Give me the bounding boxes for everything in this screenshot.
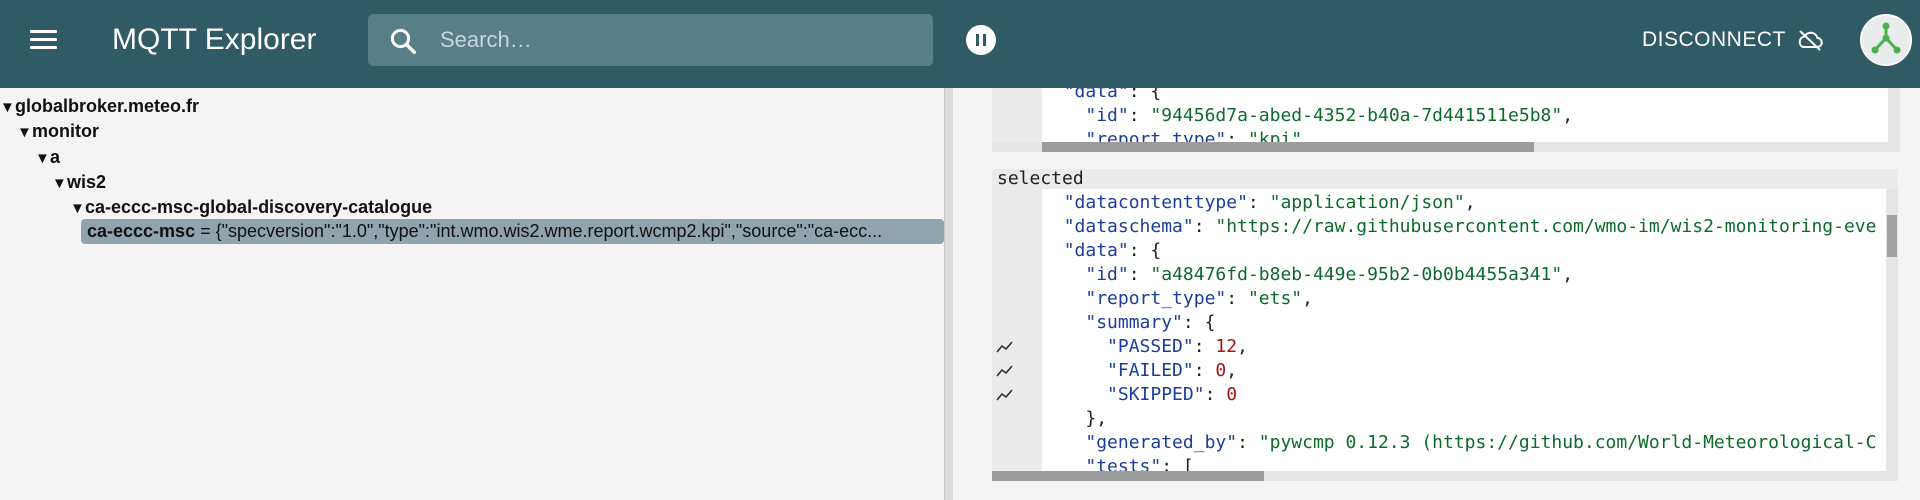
code-line: "generated_by": "pywcmp 0.12.3 (https://… bbox=[1085, 432, 1877, 453]
disconnect-button[interactable]: DISCONNECT bbox=[1642, 24, 1824, 56]
chart-icon[interactable] bbox=[996, 340, 1014, 354]
tree-node[interactable]: ▼globalbroker.meteo.fr bbox=[0, 94, 199, 119]
scrollbar-thumb[interactable] bbox=[992, 471, 1264, 481]
tree-node-label: globalbroker.meteo.fr bbox=[15, 96, 200, 116]
code-line: "data": { bbox=[1063, 88, 1162, 102]
message-value-editor[interactable]: "data": { "id": "94456d7a-abed-4352-b40a… bbox=[992, 88, 1898, 152]
tree-node-selected[interactable]: ca-eccc-msc = {"specversion":"1.0","type… bbox=[81, 219, 944, 244]
tree-node-label: monitor bbox=[32, 121, 99, 141]
code-line: "id": "a48476fd-b8eb-449e-95b2-0b0b4455a… bbox=[1085, 264, 1574, 285]
code-line: "PASSED": 12, bbox=[1107, 336, 1248, 357]
tree-node[interactable]: ▼monitor bbox=[17, 119, 99, 144]
cloud-off-icon bbox=[1798, 30, 1823, 51]
disconnect-label: DISCONNECT bbox=[1642, 28, 1786, 51]
search-box[interactable] bbox=[368, 14, 933, 66]
selected-value-editor[interactable]: "datacontenttype": "application/json", "… bbox=[992, 189, 1886, 481]
expand-arrow-icon[interactable]: ▼ bbox=[52, 171, 67, 196]
tree-node-label: ca-eccc-msc-global-discovery-catalogue bbox=[85, 197, 433, 217]
code-line: "summary": { bbox=[1085, 312, 1216, 333]
code-line: "id": "94456d7a-abed-4352-b40a-7d441511e… bbox=[1085, 105, 1574, 126]
chart-icon[interactable] bbox=[996, 388, 1014, 402]
expand-arrow-icon[interactable]: ▼ bbox=[0, 95, 15, 120]
vertical-scrollbar[interactable] bbox=[1888, 88, 1900, 152]
tree-node[interactable]: ▼wis2 bbox=[52, 170, 106, 195]
app-bar: MQTT Explorer DISCONNECT bbox=[0, 0, 1920, 88]
horizontal-scrollbar[interactable] bbox=[992, 142, 1898, 152]
search-icon bbox=[390, 28, 416, 54]
tree-node-label: wis2 bbox=[67, 172, 107, 192]
code-line: "dataschema": "https://raw.githubusercon… bbox=[1063, 216, 1877, 237]
tree-node-label: a bbox=[50, 147, 61, 167]
topic-value: = {"specversion":"1.0","type":"int.wmo.w… bbox=[195, 221, 883, 241]
pause-button[interactable] bbox=[966, 25, 996, 55]
topic-tree: ▼globalbroker.meteo.fr ▼monitor ▼a ▼wis2… bbox=[0, 88, 944, 500]
code-line: "data": { bbox=[1063, 240, 1162, 261]
code-line: "report_type": "ets", bbox=[1085, 288, 1313, 309]
tree-node[interactable]: ▼a bbox=[35, 145, 60, 170]
app-title: MQTT Explorer bbox=[112, 23, 317, 56]
network-icon bbox=[1871, 22, 1901, 54]
scrollbar-thumb[interactable] bbox=[1887, 215, 1897, 257]
tree-node[interactable]: ▼ca-eccc-msc-global-discovery-catalogue bbox=[70, 195, 432, 220]
scrollbar-thumb[interactable] bbox=[1042, 142, 1534, 152]
menu-icon[interactable] bbox=[28, 28, 60, 52]
expand-arrow-icon[interactable]: ▼ bbox=[35, 146, 50, 171]
pause-icon bbox=[976, 34, 979, 46]
topic-key: ca-eccc-msc bbox=[87, 221, 196, 241]
expand-arrow-icon[interactable]: ▼ bbox=[70, 196, 85, 221]
chart-icon[interactable] bbox=[996, 364, 1014, 378]
code-line: "SKIPPED": 0 bbox=[1107, 384, 1238, 405]
pane-resize-handle[interactable] bbox=[944, 88, 953, 500]
expand-arrow-icon[interactable]: ▼ bbox=[17, 120, 32, 145]
code-line: "datacontenttype": "application/json", bbox=[1063, 192, 1476, 213]
editor-gutter bbox=[992, 189, 1042, 481]
code-line: "FAILED": 0, bbox=[1107, 360, 1238, 381]
selected-panel-title: selected bbox=[992, 169, 1898, 189]
code-line: }, bbox=[1085, 408, 1108, 429]
horizontal-scrollbar[interactable] bbox=[992, 471, 1886, 481]
vertical-scrollbar[interactable] bbox=[1886, 189, 1898, 481]
search-input[interactable] bbox=[440, 20, 920, 60]
avatar[interactable] bbox=[1860, 14, 1912, 66]
